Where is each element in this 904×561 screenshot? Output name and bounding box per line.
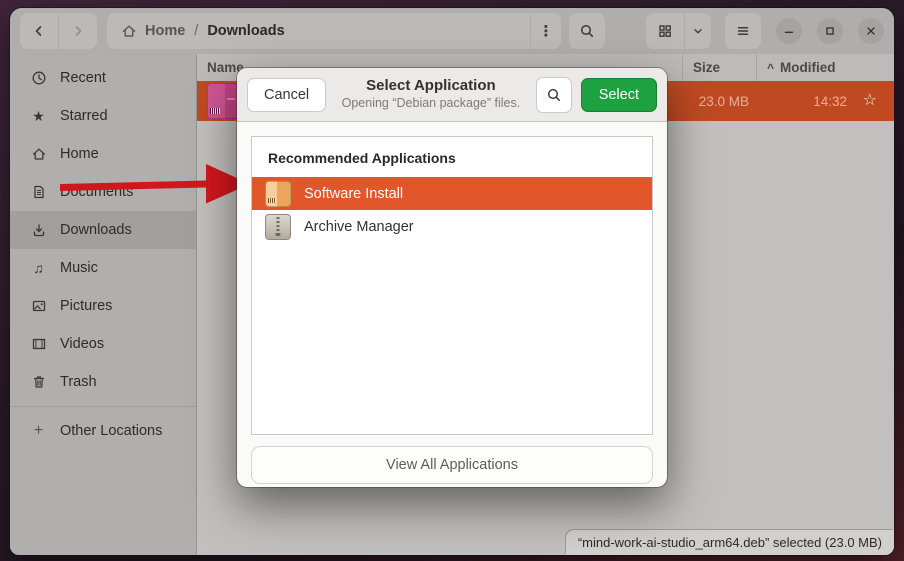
sidebar-item-label: Pictures: [60, 298, 112, 314]
star-icon: ★: [30, 109, 47, 123]
download-icon: [30, 222, 47, 238]
app-name: Software Install: [304, 186, 403, 202]
sidebar-item-other-locations[interactable]: + Other Locations: [10, 412, 196, 450]
deb-package-icon: [207, 83, 239, 119]
close-icon: [864, 24, 878, 38]
hamburger-icon: [735, 23, 751, 39]
document-icon: [30, 184, 47, 200]
view-all-applications-button[interactable]: View All Applications: [251, 446, 653, 484]
recommended-applications-header: Recommended Applications: [252, 137, 652, 177]
forward-button[interactable]: [58, 13, 97, 49]
home-icon: [121, 23, 137, 39]
plus-icon: +: [30, 423, 47, 439]
dialog-body: Recommended Applications Software Instal…: [237, 122, 667, 496]
sidebar-item-label: Home: [60, 146, 99, 162]
view-toggle-button: [646, 13, 711, 49]
cancel-button[interactable]: Cancel: [247, 78, 326, 112]
view-options-button[interactable]: [684, 13, 711, 49]
dialog-subtitle: Opening “Debian package” files.: [335, 96, 527, 112]
select-button[interactable]: Select: [581, 78, 657, 112]
software-install-icon: [265, 181, 291, 207]
select-application-dialog: Cancel Select Application Opening “Debia…: [237, 68, 667, 487]
column-header-size[interactable]: Size: [682, 54, 756, 81]
sidebar-item-label: Trash: [60, 374, 97, 390]
column-header-modified-label: Modified: [780, 60, 836, 75]
file-size: 23.0 MB: [683, 94, 749, 109]
desktop: Home / Downloads ⋮: [0, 0, 904, 561]
sidebar-item-recent[interactable]: Recent: [10, 59, 196, 97]
main-menu-button[interactable]: [725, 13, 761, 49]
music-note-icon: ♫: [30, 261, 47, 275]
trash-icon: [30, 374, 47, 390]
sidebar-item-label: Recent: [60, 70, 106, 86]
sidebar-item-pictures[interactable]: Pictures: [10, 287, 196, 325]
chevron-down-icon: [691, 24, 705, 38]
sidebar-item-documents[interactable]: Documents: [10, 173, 196, 211]
sidebar-item-label: Music: [60, 260, 98, 276]
sidebar-item-label: Downloads: [60, 222, 132, 238]
breadcrumb-current[interactable]: Downloads: [207, 23, 284, 39]
minimize-button[interactable]: [776, 18, 802, 44]
breadcrumb-separator: /: [194, 23, 198, 39]
maximize-icon: [823, 24, 837, 38]
breadcrumb[interactable]: Home / Downloads ⋮: [107, 13, 561, 49]
sidebar-separator: [10, 406, 196, 407]
back-icon: [31, 23, 47, 39]
sidebar-item-videos[interactable]: Videos: [10, 325, 196, 363]
sidebar-item-starred[interactable]: ★ Starred: [10, 97, 196, 135]
app-name: Archive Manager: [304, 219, 414, 235]
grid-view-icon: [657, 23, 673, 39]
list-item-software-install[interactable]: Software Install: [252, 177, 652, 210]
grid-view-button[interactable]: [646, 13, 684, 49]
sidebar-item-trash[interactable]: Trash: [10, 363, 196, 401]
maximize-button[interactable]: [817, 18, 843, 44]
sidebar-item-home[interactable]: Home: [10, 135, 196, 173]
file-modified-time: 14:32: [755, 94, 847, 109]
sidebar: Recent ★ Starred Home Documents: [10, 54, 196, 555]
picture-icon: [30, 298, 47, 314]
clock-icon: [30, 70, 47, 86]
sort-ascending-icon: ^: [767, 61, 774, 75]
search-icon: [579, 23, 595, 39]
dialog-titlebox: Select Application Opening “Debian packa…: [335, 77, 527, 111]
sidebar-item-music[interactable]: ♫ Music: [10, 249, 196, 287]
archive-manager-icon: [265, 214, 291, 240]
status-bar: “mind-work-ai-studio_arm64.deb” selected…: [566, 530, 894, 555]
breadcrumb-home[interactable]: Home: [145, 23, 185, 39]
list-item-archive-manager[interactable]: Archive Manager: [252, 210, 652, 243]
sidebar-item-label: Videos: [60, 336, 104, 352]
forward-icon: [70, 23, 86, 39]
kebab-icon: ⋮: [539, 22, 554, 40]
close-button[interactable]: [858, 18, 884, 44]
home-icon: [30, 146, 47, 162]
sidebar-item-label: Other Locations: [60, 423, 162, 439]
dialog-search-button[interactable]: [536, 77, 572, 113]
minimize-icon: [782, 24, 796, 38]
film-icon: [30, 336, 47, 352]
dialog-title: Select Application: [335, 77, 527, 96]
application-list: Recommended Applications Software Instal…: [251, 136, 653, 435]
dialog-header: Cancel Select Application Opening “Debia…: [237, 68, 667, 122]
star-toggle-icon[interactable]: ☆: [863, 93, 877, 109]
column-header-modified[interactable]: ^ Modified: [756, 54, 894, 81]
titlebar: Home / Downloads ⋮: [10, 8, 894, 54]
status-text: “mind-work-ai-studio_arm64.deb” selected…: [578, 535, 882, 550]
sidebar-item-label: Documents: [60, 184, 133, 200]
sidebar-item-downloads[interactable]: Downloads: [10, 211, 196, 249]
back-button[interactable]: [20, 13, 58, 49]
path-menu-button[interactable]: ⋮: [530, 13, 561, 49]
search-button[interactable]: [569, 13, 605, 49]
search-icon: [546, 87, 562, 103]
navigation-buttons: [20, 13, 97, 49]
sidebar-item-label: Starred: [60, 108, 108, 124]
